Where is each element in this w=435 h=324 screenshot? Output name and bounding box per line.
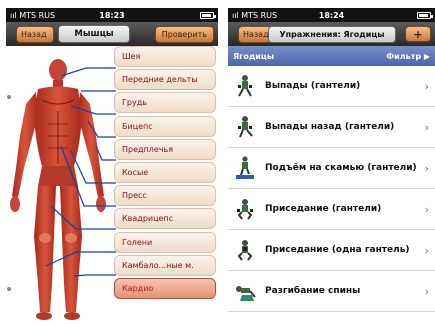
page-title: Мышцы xyxy=(58,25,130,43)
clock: 18:24 xyxy=(318,10,345,20)
exercises-screen: ııl MTS RUS 18:24 Назад Упражнения: Ягод… xyxy=(228,8,435,324)
exercise-row[interactable]: Выпады (гантели) › xyxy=(228,66,435,107)
status-bar: ııl MTS RUS 18:24 xyxy=(228,8,435,22)
exercise-row[interactable]: Подъём на скамью (гантели) › xyxy=(228,148,435,189)
exercise-title: Приседание (одна гантель) xyxy=(265,244,410,255)
exercise-title: Выпады назад (гантели) xyxy=(265,121,395,132)
chevron-right-icon: › xyxy=(424,120,429,134)
muscle-label-list: Шея Передние дельты Грудь Бицепс Предпле… xyxy=(114,46,216,301)
person-squat-icon xyxy=(237,199,253,220)
exercise-row[interactable]: Приседание (гантели) › xyxy=(228,189,435,230)
muscle-item[interactable]: Голени xyxy=(114,231,216,253)
filter-button[interactable]: Фильтр ▶ xyxy=(386,52,430,61)
muscle-item[interactable]: Грудь xyxy=(114,92,216,114)
chevron-right-icon: › xyxy=(424,243,429,257)
page-title: Упражнения: Ягодицы xyxy=(268,25,396,43)
add-button[interactable]: + xyxy=(405,26,431,42)
filter-bar: Ягодицы Фильтр ▶ xyxy=(228,46,435,66)
exercise-title: Выпады (гантели) xyxy=(265,80,361,91)
chevron-right-icon: › xyxy=(424,79,429,93)
muscle-item[interactable]: Передние дельты xyxy=(114,69,216,91)
exercise-row[interactable]: Приседание (одна гантель) › xyxy=(228,230,435,271)
chevron-right-icon: › xyxy=(424,284,429,298)
exercise-row[interactable]: Выпады назад (гантели) › xyxy=(228,107,435,148)
person-lunge-icon xyxy=(238,75,252,97)
exercise-title: Подъём на скамью (гантели) xyxy=(265,162,417,173)
muscles-screen: ııl MTS RUS 18:23 Назад Мышцы Проверить xyxy=(6,8,218,324)
nav-bar: Назад Мышцы Проверить xyxy=(6,22,218,46)
battery-icon xyxy=(200,11,216,19)
muscle-item[interactable]: Камбало...ные м. xyxy=(114,254,216,276)
muscle-map: Шея Передние дельты Грудь Бицепс Предпле… xyxy=(6,46,218,324)
exercise-row[interactable]: Разгибание спины › xyxy=(228,271,435,312)
person-stepup-icon xyxy=(236,156,254,179)
exercise-title: Разгибание спины xyxy=(265,285,361,296)
status-bar: ııl MTS RUS 18:23 xyxy=(6,8,218,22)
person-lunge-back-icon xyxy=(238,116,253,138)
clock: 18:23 xyxy=(99,10,125,20)
scroll-handle-bottom[interactable] xyxy=(6,286,12,292)
muscle-item-selected[interactable]: Кардио xyxy=(114,277,216,299)
exercise-title: Приседание (гантели) xyxy=(265,203,382,214)
muscle-item[interactable]: Шея xyxy=(114,46,216,67)
exercise-list: Выпады (гантели) › Выпады назад (гантели… xyxy=(228,66,435,312)
chevron-right-icon: › xyxy=(424,161,429,175)
scroll-handle-top[interactable] xyxy=(6,94,12,100)
muscle-item[interactable]: Косые xyxy=(114,161,216,183)
muscle-item[interactable]: Бицепс xyxy=(114,115,216,137)
category-label: Ягодицы xyxy=(233,51,275,61)
check-button[interactable]: Проверить xyxy=(154,25,214,43)
muscle-item[interactable]: Квадрицепс xyxy=(114,208,216,230)
muscle-item[interactable]: Пресс xyxy=(114,185,216,207)
nav-bar: Назад Упражнения: Ягодицы + xyxy=(228,22,435,46)
anatomy-figure-icon xyxy=(10,59,106,320)
muscle-item[interactable]: Предплечья xyxy=(114,138,216,160)
person-squat-single-icon xyxy=(237,240,253,261)
back-button[interactable]: Назад xyxy=(16,25,54,43)
battery-icon xyxy=(417,11,433,19)
chevron-right-icon: › xyxy=(424,202,429,216)
person-back-extension-icon xyxy=(236,286,256,301)
